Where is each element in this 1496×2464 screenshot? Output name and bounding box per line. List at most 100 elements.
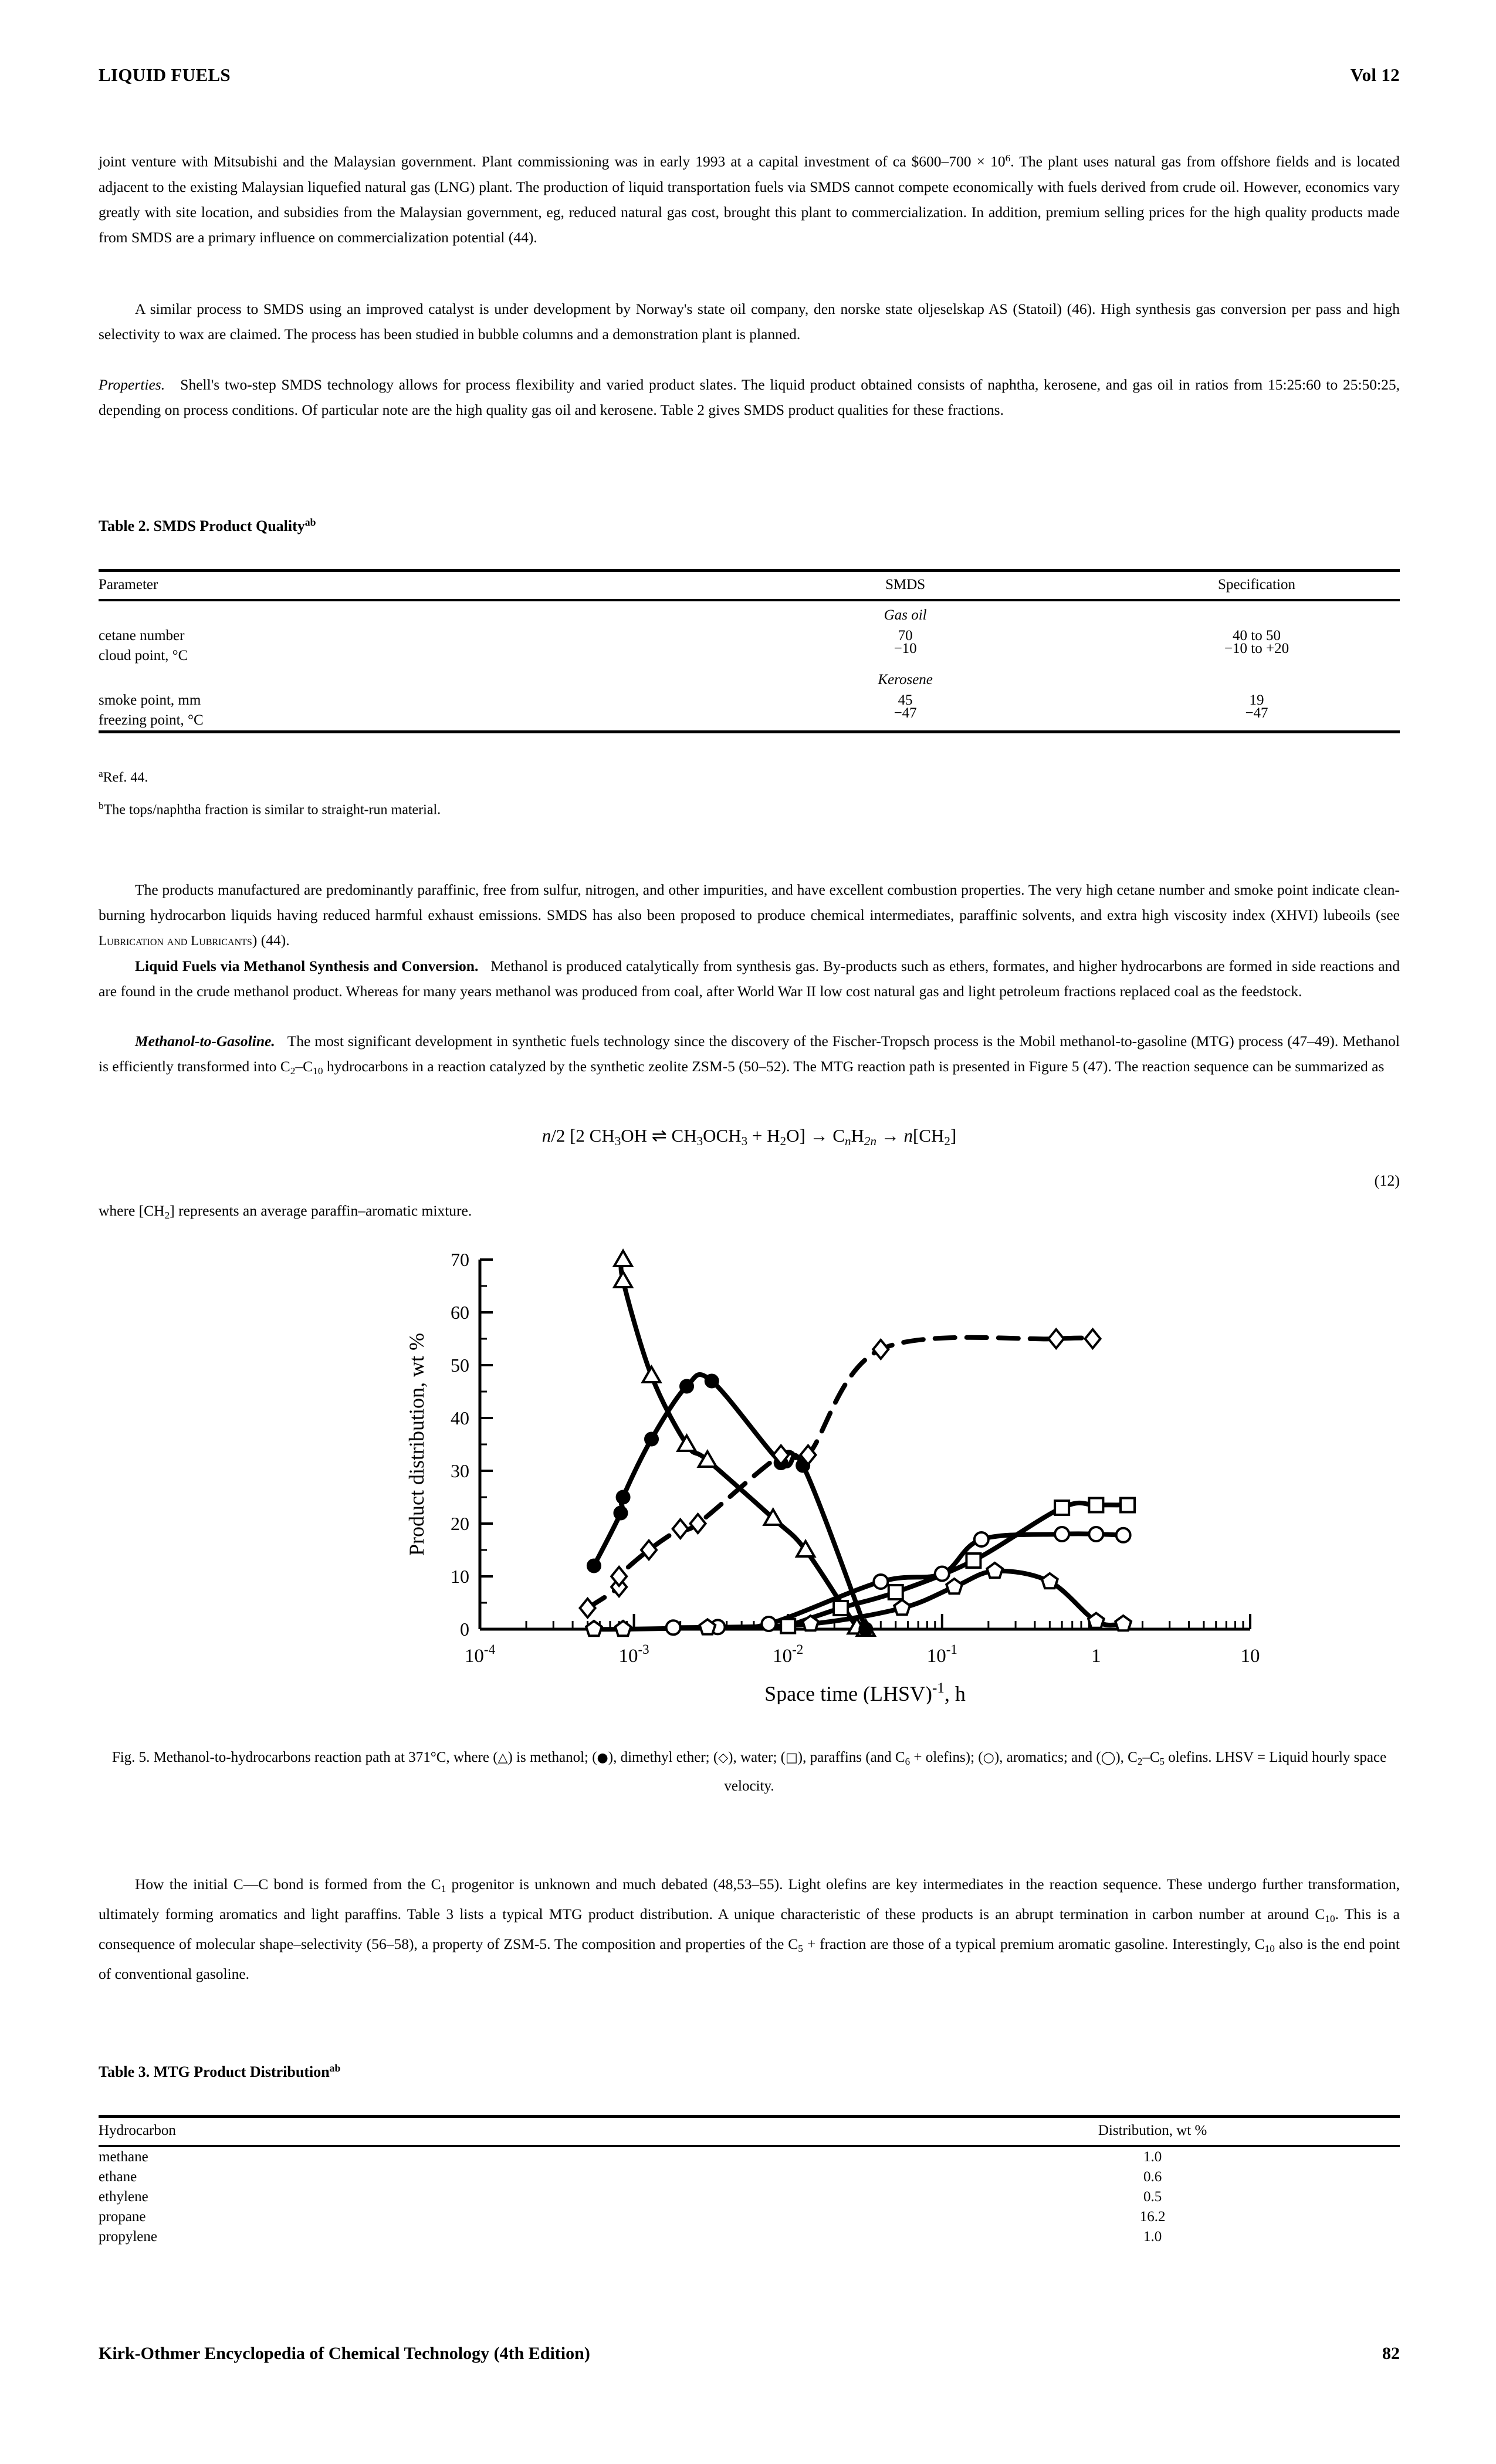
table3-footnote-ref-a: a: [329, 2062, 335, 2074]
x-tick-label: 10: [1241, 1646, 1260, 1667]
paragraph-properties: Properties. Shell's two-step SMDS techno…: [99, 372, 1400, 422]
equation-mtg-reaction: n/2 [2 CH3OH ⇌ CH3OCH3 + H2O] → CnH2n → …: [99, 1125, 1400, 1149]
cell-smds: −10: [893, 641, 917, 656]
para7-pre: where [CH: [99, 1202, 165, 1219]
para6-s2: 10: [313, 1065, 323, 1077]
subsection-heading-mtg: Methanol-to-Gasoline.: [135, 1033, 275, 1050]
cell-parameter: freezing point, °C: [99, 712, 204, 728]
cell-specification: −47: [1245, 705, 1268, 721]
cell-distribution: 16.2: [1139, 2209, 1166, 2225]
table-row: propane 16.2: [99, 2207, 1400, 2227]
series-line-dimethyl-ether: [591, 1372, 868, 1632]
table-row: methane 1.0: [99, 2146, 1400, 2167]
data-point-open-pentagon: [614, 1619, 632, 1637]
data-point-open-circle: [1054, 1526, 1071, 1542]
y-tick-label: 20: [451, 1513, 469, 1534]
data-point-open-pentagon: [945, 1577, 964, 1595]
table2-footnote-ref-a: a: [304, 516, 310, 528]
para4-text: The products manufactured are predominan…: [99, 881, 1400, 923]
y-tick-label: 70: [451, 1249, 469, 1270]
data-point-open-pentagon: [1113, 1614, 1133, 1632]
running-head: LIQUID FUELS Vol 12: [99, 65, 1400, 86]
cell-distribution: 1.0: [1143, 2229, 1162, 2245]
y-tick-label: 40: [451, 1407, 469, 1429]
caption-p4: ), water; (: [728, 1749, 786, 1765]
data-point-open-circle: [760, 1616, 777, 1632]
y-tick-label: 60: [451, 1302, 469, 1323]
paragraph-cc-bond: How the initial C—C bond is formed from …: [99, 1871, 1400, 1986]
figure-5-caption: Fig. 5. Methanol-to-hydrocarbons reactio…: [99, 1745, 1400, 1799]
x-tick-label: 10-2: [773, 1642, 803, 1667]
data-point-open-circle: [973, 1531, 990, 1548]
data-point-filled-circle: [615, 1490, 631, 1505]
data-point-open-triangle: [641, 1364, 662, 1383]
data-point-open-square: [1119, 1497, 1136, 1514]
data-point-open-diamond: [871, 1338, 890, 1361]
table2-title-text: Table 2. SMDS Product Quality: [99, 517, 305, 534]
caption-sub6: 6: [905, 1755, 911, 1767]
page-footer: Kirk-Othmer Encyclopedia of Chemical Tec…: [99, 2344, 1400, 2364]
filled-circle-icon: ●: [597, 1751, 608, 1765]
y-tick-label: 50: [451, 1355, 469, 1376]
paragraph-text: Properties. Shell's two-step SMDS techno…: [99, 372, 1400, 422]
cell-hydrocarbon: ethylene: [99, 2189, 148, 2205]
column-header-distribution: Distribution, wt %: [1098, 2123, 1207, 2138]
para6-t2: –C: [295, 1058, 313, 1075]
table-row: freezing point, °C −47 −47: [99, 705, 1400, 732]
data-point-open-pentagon: [892, 1598, 912, 1616]
x-axis-label: Space time (LHSV)-1, h: [764, 1680, 966, 1704]
data-point-open-pentagon: [986, 1561, 1004, 1579]
para8-s4: 10: [1264, 1942, 1275, 1954]
data-point-filled-circle: [644, 1431, 659, 1447]
data-point-open-circle: [1115, 1527, 1132, 1544]
data-point-open-diamond: [578, 1596, 597, 1620]
paragraph-text: joint venture with Mitsubishi and the Ma…: [99, 145, 1400, 250]
cell-hydrocarbon: propane: [99, 2209, 146, 2225]
data-point-open-square: [965, 1552, 982, 1569]
data-point-open-square: [832, 1600, 849, 1616]
footnote-mark: a: [99, 768, 103, 779]
para1-line: joint venture with Mitsubishi and the Ma…: [99, 153, 1006, 170]
equation-number: (12): [1374, 1172, 1400, 1189]
column-header-hydrocarbon: Hydrocarbon: [99, 2123, 176, 2138]
data-point-open-triangle: [612, 1269, 634, 1288]
open-circle-icon: ○: [983, 1751, 994, 1765]
cell-specification: −10 to +20: [1224, 641, 1289, 656]
table-row: cetane number 70 40 to 50: [99, 626, 1400, 646]
y-axis-tick-labels: 0 10 20 30 40 50 60 70: [451, 1249, 469, 1640]
data-point-filled-circle: [858, 1622, 874, 1637]
column-header-parameter: Parameter: [99, 577, 158, 593]
footnote-mark: b: [99, 800, 104, 811]
table-header-row: Hydrocarbon Distribution, wt %: [99, 2116, 1400, 2146]
triangle-icon: △: [497, 1751, 508, 1765]
data-point-open-square: [1088, 1497, 1105, 1514]
x-tick-label: 10-1: [927, 1642, 957, 1667]
table-row: propylene 1.0: [99, 2227, 1400, 2247]
data-point-open-circle: [665, 1619, 682, 1636]
data-point-filled-circle: [586, 1558, 601, 1573]
table-row: smoke point, mm 45 19: [99, 691, 1400, 710]
data-point-open-diamond: [688, 1512, 708, 1535]
data-point-open-square: [887, 1584, 904, 1600]
footnote-text: The tops/naphtha fraction is similar to …: [103, 802, 441, 818]
paragraph-text: Methanol-to-Gasoline. The most significa…: [99, 1028, 1400, 1084]
page-number: 82: [1382, 2344, 1400, 2363]
table2-footnote-ref-b: b: [310, 516, 316, 528]
data-point-open-diamond: [671, 1517, 690, 1541]
table2-footnote-a: aRef. 44.: [99, 763, 148, 789]
cell-distribution: 0.5: [1143, 2189, 1162, 2205]
series-line-water: [585, 1335, 1095, 1610]
table-header-row: Parameter SMDS Specification: [99, 570, 1400, 600]
chart-series-markers: [578, 1248, 1136, 1637]
para6-t3: hydrocarbons in a reaction catalyzed by …: [323, 1058, 1385, 1075]
para4-end: ) (44).: [252, 932, 290, 949]
table-smds-product-quality: Parameter SMDS Specification Gas oil cet…: [99, 569, 1400, 733]
table-row: ethylene 0.5: [99, 2187, 1400, 2207]
caption-p2: ) is methanol; (: [507, 1749, 597, 1765]
table-row: cloud point, °C −10 −10 to +20: [99, 641, 1400, 666]
series-line-methanol: [618, 1257, 868, 1636]
footnote-text: Ref. 44.: [103, 770, 148, 786]
data-point-filled-circle: [704, 1373, 719, 1389]
data-point-open-triangle: [612, 1248, 634, 1267]
table3-footnote-ref-b: b: [334, 2062, 341, 2074]
